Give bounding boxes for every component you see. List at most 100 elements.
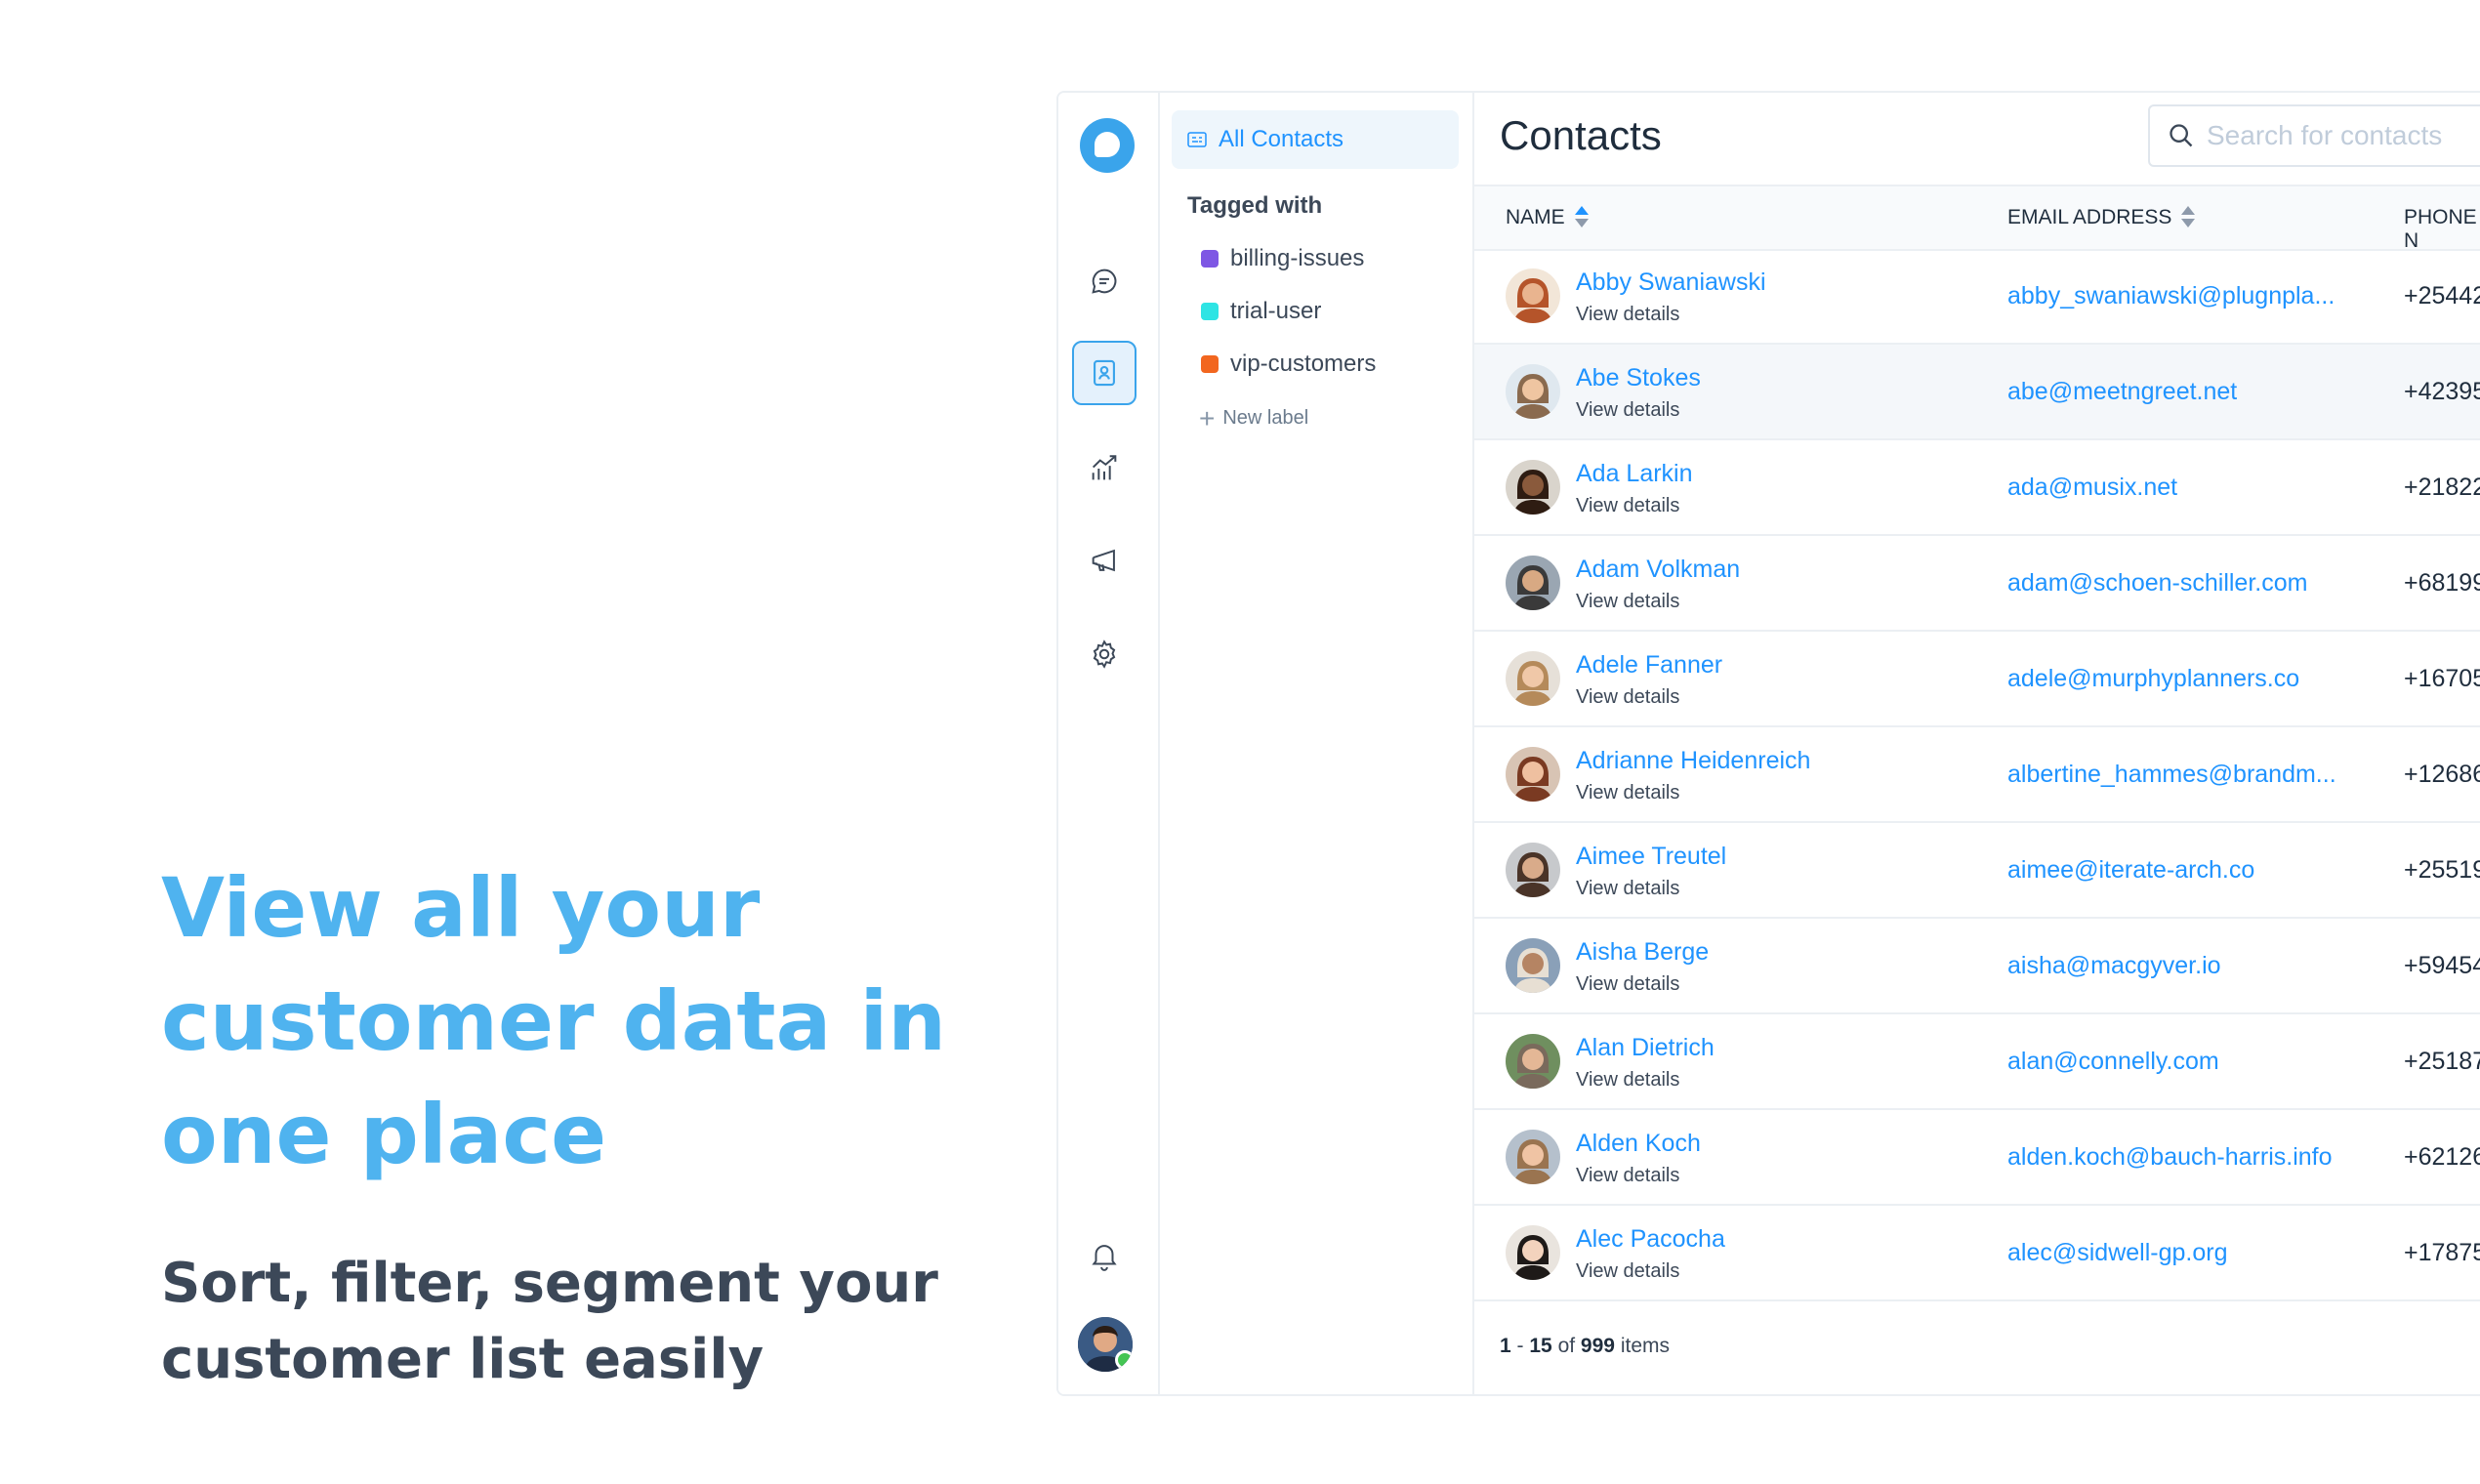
contact-name[interactable]: Alec Pacocha [1576, 1225, 1725, 1254]
contact-avatar [1506, 747, 1560, 802]
contact-email[interactable]: abe@meetngreet.net [2007, 378, 2237, 406]
table-header: NAME EMAIL ADDRESS PHONE N [1474, 185, 2480, 253]
contact-email[interactable]: adele@murphyplanners.co [2007, 665, 2299, 693]
view-details-link[interactable]: View details [1576, 973, 1679, 996]
contact-avatar [1506, 1225, 1560, 1280]
view-details-link[interactable]: View details [1576, 399, 1679, 422]
table-row[interactable]: Abby Swaniawski View details abby_swaniaws… [1474, 249, 2480, 345]
search-box[interactable] [2148, 104, 2480, 167]
contact-email[interactable]: alan@connelly.com [2007, 1048, 2219, 1076]
sort-icon[interactable] [1574, 206, 1589, 229]
contact-name[interactable]: Adam Volkman [1576, 556, 1740, 584]
table-row[interactable]: Alec Pacocha View details alec@sidwell-gp.… [1474, 1206, 2480, 1301]
email-column-header[interactable]: EMAIL ADDRESS [2007, 206, 2196, 229]
reports-nav-button[interactable] [1072, 436, 1137, 501]
table-row[interactable]: Adele Fanner View details adele@murphyplan… [1474, 632, 2480, 727]
tag-color-swatch [1201, 250, 1219, 268]
plus-icon: + [1199, 402, 1216, 433]
view-details-link[interactable]: View details [1576, 878, 1679, 900]
contacts-icon [1094, 359, 1115, 387]
contact-name[interactable]: Abby Swaniawski [1576, 268, 1766, 297]
bell-icon [1092, 1245, 1117, 1271]
tag-label: billing-issues [1230, 245, 1365, 271]
new-label-button[interactable]: + New label [1199, 402, 1309, 433]
new-label-text: New label [1222, 407, 1309, 429]
name-column-label: NAME [1506, 206, 1565, 228]
contact-email[interactable]: abby_swaniawski@plugnpla... [2007, 282, 2335, 310]
view-details-link[interactable]: View details [1576, 495, 1679, 517]
table-row[interactable]: Aimee Treutel View details aimee@iterate-a… [1474, 823, 2480, 919]
sort-icon[interactable] [2181, 206, 2196, 229]
contact-avatar [1506, 364, 1560, 419]
current-user-avatar[interactable] [1078, 1317, 1133, 1372]
settings-nav-button[interactable] [1072, 622, 1137, 686]
contact-phone: +42395 [2404, 378, 2480, 405]
search-icon [2170, 124, 2193, 147]
contact-phone: +62126 [2404, 1143, 2480, 1171]
contact-phone: +25442 [2404, 282, 2480, 309]
reports-icon [1092, 455, 1117, 480]
contact-phone: +25519 [2404, 856, 2480, 884]
contact-phone: +16705 [2404, 665, 2480, 692]
contacts-table-body: Abby Swaniawski View details abby_swaniaws… [1474, 249, 2480, 1301]
view-details-link[interactable]: View details [1576, 591, 1679, 613]
table-row[interactable]: Adrianne Heidenreich View details albertin… [1474, 727, 2480, 823]
contact-name[interactable]: Abe Stokes [1576, 364, 1701, 392]
contact-phone: +12686 [2404, 761, 2480, 788]
table-row[interactable]: Aisha Berge View details aisha@macgyver.io… [1474, 919, 2480, 1014]
contact-avatar [1506, 268, 1560, 323]
hero-subtitle: Sort, filter, segment your customer list… [161, 1252, 938, 1391]
view-details-link[interactable]: View details [1576, 782, 1679, 804]
contact-name[interactable]: Aisha Berge [1576, 938, 1709, 967]
contact-email[interactable]: ada@musix.net [2007, 474, 2177, 502]
table-row[interactable]: Abe Stokes View details abe@meetngreet.net… [1474, 345, 2480, 440]
pagination-summary: 1 - 15 of 999 items [1500, 1335, 1670, 1357]
campaigns-nav-button[interactable] [1072, 528, 1137, 593]
phone-column-label: PHONE N [2404, 206, 2477, 252]
view-details-link[interactable]: View details [1576, 686, 1679, 709]
tag-color-swatch [1201, 303, 1219, 320]
all-contacts-link[interactable]: All Contacts [1172, 110, 1459, 169]
view-details-link[interactable]: View details [1576, 1165, 1679, 1187]
view-details-link[interactable]: View details [1576, 1260, 1679, 1283]
contact-name[interactable]: Adrianne Heidenreich [1576, 747, 1810, 775]
contact-name[interactable]: Adele Fanner [1576, 651, 1722, 680]
contact-name[interactable]: Alden Koch [1576, 1130, 1701, 1158]
table-row[interactable]: Adam Volkman View details adam@schoen-schi… [1474, 536, 2480, 632]
chat-bubble-icon [1092, 268, 1117, 294]
contact-email[interactable]: adam@schoen-schiller.com [2007, 569, 2307, 598]
search-input[interactable] [2205, 119, 2480, 152]
contact-email[interactable]: aisha@macgyver.io [2007, 952, 2221, 980]
contact-email[interactable]: alec@sidwell-gp.org [2007, 1239, 2227, 1267]
contact-email[interactable]: aimee@iterate-arch.co [2007, 856, 2254, 885]
contact-name[interactable]: Aimee Treutel [1576, 843, 1726, 871]
tag-billing-issues[interactable]: billing-issues [1201, 245, 1364, 272]
range-end: 15 [1529, 1335, 1552, 1357]
tag-label: trial-user [1230, 298, 1322, 324]
contacts-main: Contacts NAME EMAIL ADDRESS PHONE N Abby… [1474, 93, 2480, 1394]
logo[interactable] [1080, 118, 1135, 173]
app-window: All Contacts Tagged with billing-issues … [1056, 91, 2480, 1396]
table-row[interactable]: Alan Dietrich View details alan@connelly.c… [1474, 1014, 2480, 1110]
notifications-button[interactable] [1072, 1223, 1137, 1288]
gear-icon [1093, 639, 1116, 669]
tag-trial-user[interactable]: trial-user [1201, 298, 1321, 325]
range-of: of [1557, 1335, 1576, 1357]
contacts-nav-button[interactable] [1072, 341, 1137, 405]
table-row[interactable]: Ada Larkin View details ada@musix.net +2182… [1474, 440, 2480, 536]
phone-column-header[interactable]: PHONE N [2404, 206, 2480, 253]
contact-name[interactable]: Alan Dietrich [1576, 1034, 1715, 1062]
table-row[interactable]: Alden Koch View details alden.koch@bauch-h… [1474, 1110, 2480, 1206]
contact-avatar [1506, 460, 1560, 515]
contact-phone: +59454 [2404, 952, 2480, 979]
hero-title: View all your customer data in one place [161, 860, 947, 1182]
contact-phone: +25187 [2404, 1048, 2480, 1075]
tag-vip-customers[interactable]: vip-customers [1201, 350, 1376, 378]
view-details-link[interactable]: View details [1576, 1069, 1679, 1092]
contact-email[interactable]: albertine_hammes@brandm... [2007, 761, 2336, 789]
contact-email[interactable]: alden.koch@bauch-harris.info [2007, 1143, 2333, 1172]
name-column-header[interactable]: NAME [1506, 206, 1589, 229]
view-details-link[interactable]: View details [1576, 304, 1679, 326]
contact-name[interactable]: Ada Larkin [1576, 460, 1693, 488]
conversations-nav-button[interactable] [1072, 249, 1137, 313]
